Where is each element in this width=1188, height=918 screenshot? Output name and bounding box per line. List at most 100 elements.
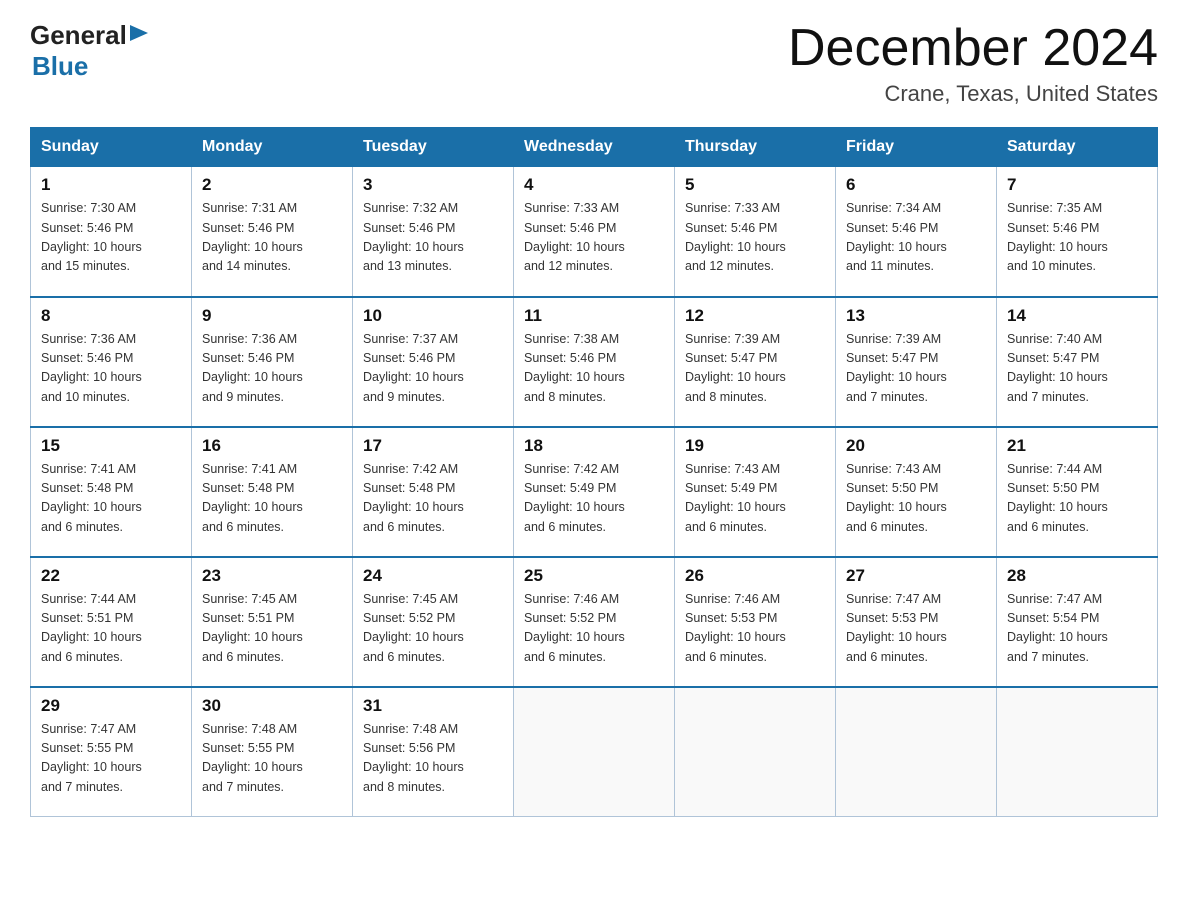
day-number: 14	[1007, 306, 1147, 326]
calendar-cell: 2Sunrise: 7:31 AMSunset: 5:46 PMDaylight…	[192, 167, 353, 297]
calendar-cell: 17 Sunrise: 7:42 AMSunset: 5:48 PMDayligh…	[353, 427, 514, 557]
day-headers-row: SundayMondayTuesdayWednesdayThursdayFrid…	[31, 128, 1158, 167]
day-info: Sunrise: 7:43 AMSunset: 5:50 PMDaylight:…	[846, 460, 986, 538]
column-header-thursday: Thursday	[675, 128, 836, 167]
calendar-cell: 4 Sunrise: 7:33 AMSunset: 5:46 PMDaylight…	[514, 167, 675, 297]
day-number: 20	[846, 436, 986, 456]
day-number: 27	[846, 566, 986, 586]
day-info: Sunrise: 7:47 AMSunset: 5:54 PMDaylight:…	[1007, 590, 1147, 668]
calendar-cell: 28Sunrise: 7:47 AMSunset: 5:54 PMDayligh…	[997, 557, 1158, 687]
day-info: Sunrise: 7:42 AMSunset: 5:48 PMDaylight:…	[363, 460, 503, 538]
calendar-cell: 30 Sunrise: 7:48 AMSunset: 5:55 PMDayligh…	[192, 687, 353, 817]
day-number: 4	[524, 175, 664, 195]
day-number: 30	[202, 696, 342, 716]
day-number: 22	[41, 566, 181, 586]
day-number: 26	[685, 566, 825, 586]
day-info: Sunrise: 7:39 AMSunset: 5:47 PMDaylight:…	[846, 330, 986, 408]
day-number: 2	[202, 175, 342, 195]
day-info: Sunrise: 7:41 AMSunset: 5:48 PMDaylight:…	[202, 460, 342, 538]
day-info: Sunrise: 7:47 AMSunset: 5:55 PMDaylight:…	[41, 720, 181, 798]
week-row-5: 29 Sunrise: 7:47 AMSunset: 5:55 PMDayligh…	[31, 687, 1158, 817]
calendar-cell	[675, 687, 836, 817]
calendar-cell: 21Sunrise: 7:44 AMSunset: 5:50 PMDayligh…	[997, 427, 1158, 557]
calendar-cell: 31 Sunrise: 7:48 AMSunset: 5:56 PMDayligh…	[353, 687, 514, 817]
column-header-monday: Monday	[192, 128, 353, 167]
day-info: Sunrise: 7:32 AMSunset: 5:46 PMDaylight:…	[363, 199, 503, 277]
day-number: 18	[524, 436, 664, 456]
logo: General Blue	[30, 20, 148, 82]
day-info: Sunrise: 7:48 AMSunset: 5:55 PMDaylight:…	[202, 720, 342, 798]
day-info: Sunrise: 7:33 AMSunset: 5:46 PMDaylight:…	[685, 199, 825, 277]
calendar-title: December 2024	[788, 20, 1158, 77]
day-info: Sunrise: 7:36 AMSunset: 5:46 PMDaylight:…	[202, 330, 342, 408]
day-number: 16	[202, 436, 342, 456]
day-info: Sunrise: 7:44 AMSunset: 5:50 PMDaylight:…	[1007, 460, 1147, 538]
calendar-cell: 26 Sunrise: 7:46 AMSunset: 5:53 PMDayligh…	[675, 557, 836, 687]
column-header-friday: Friday	[836, 128, 997, 167]
day-number: 12	[685, 306, 825, 326]
day-number: 13	[846, 306, 986, 326]
title-block: December 2024 Crane, Texas, United State…	[788, 20, 1158, 107]
day-number: 1	[41, 175, 181, 195]
day-info: Sunrise: 7:37 AMSunset: 5:46 PMDaylight:…	[363, 330, 503, 408]
day-number: 7	[1007, 175, 1147, 195]
page: General Blue December 2024 Crane, Texas,…	[0, 0, 1188, 847]
day-info: Sunrise: 7:30 AMSunset: 5:46 PMDaylight:…	[41, 199, 181, 277]
calendar-cell: 11 Sunrise: 7:38 AMSunset: 5:46 PMDayligh…	[514, 297, 675, 427]
calendar-cell: 14 Sunrise: 7:40 AMSunset: 5:47 PMDayligh…	[997, 297, 1158, 427]
header: General Blue December 2024 Crane, Texas,…	[30, 20, 1158, 107]
day-number: 17	[363, 436, 503, 456]
calendar-cell: 16 Sunrise: 7:41 AMSunset: 5:48 PMDayligh…	[192, 427, 353, 557]
day-info: Sunrise: 7:45 AMSunset: 5:51 PMDaylight:…	[202, 590, 342, 668]
day-info: Sunrise: 7:38 AMSunset: 5:46 PMDaylight:…	[524, 330, 664, 408]
column-header-sunday: Sunday	[31, 128, 192, 167]
day-number: 5	[685, 175, 825, 195]
day-info: Sunrise: 7:43 AMSunset: 5:49 PMDaylight:…	[685, 460, 825, 538]
day-number: 23	[202, 566, 342, 586]
calendar-cell: 20 Sunrise: 7:43 AMSunset: 5:50 PMDayligh…	[836, 427, 997, 557]
logo-arrow-icon	[130, 27, 148, 45]
calendar-cell: 22 Sunrise: 7:44 AMSunset: 5:51 PMDayligh…	[31, 557, 192, 687]
logo-general-text: General	[30, 20, 127, 51]
day-number: 9	[202, 306, 342, 326]
day-info: Sunrise: 7:39 AMSunset: 5:47 PMDaylight:…	[685, 330, 825, 408]
day-info: Sunrise: 7:48 AMSunset: 5:56 PMDaylight:…	[363, 720, 503, 798]
day-number: 31	[363, 696, 503, 716]
week-row-4: 22 Sunrise: 7:44 AMSunset: 5:51 PMDayligh…	[31, 557, 1158, 687]
day-number: 11	[524, 306, 664, 326]
day-info: Sunrise: 7:34 AMSunset: 5:46 PMDaylight:…	[846, 199, 986, 277]
calendar-subtitle: Crane, Texas, United States	[788, 81, 1158, 107]
calendar-cell: 24Sunrise: 7:45 AMSunset: 5:52 PMDayligh…	[353, 557, 514, 687]
calendar-cell: 13 Sunrise: 7:39 AMSunset: 5:47 PMDayligh…	[836, 297, 997, 427]
day-number: 3	[363, 175, 503, 195]
calendar-cell	[514, 687, 675, 817]
calendar-cell: 1 Sunrise: 7:30 AMSunset: 5:46 PMDaylight…	[31, 167, 192, 297]
logo-blue-text: Blue	[32, 51, 88, 81]
day-number: 19	[685, 436, 825, 456]
calendar-cell: 7Sunrise: 7:35 AMSunset: 5:46 PMDaylight…	[997, 167, 1158, 297]
day-info: Sunrise: 7:36 AMSunset: 5:46 PMDaylight:…	[41, 330, 181, 408]
calendar-cell: 23 Sunrise: 7:45 AMSunset: 5:51 PMDayligh…	[192, 557, 353, 687]
week-row-1: 1 Sunrise: 7:30 AMSunset: 5:46 PMDaylight…	[31, 167, 1158, 297]
day-number: 29	[41, 696, 181, 716]
day-info: Sunrise: 7:41 AMSunset: 5:48 PMDaylight:…	[41, 460, 181, 538]
day-number: 10	[363, 306, 503, 326]
day-info: Sunrise: 7:40 AMSunset: 5:47 PMDaylight:…	[1007, 330, 1147, 408]
calendar-cell: 25Sunrise: 7:46 AMSunset: 5:52 PMDayligh…	[514, 557, 675, 687]
day-info: Sunrise: 7:44 AMSunset: 5:51 PMDaylight:…	[41, 590, 181, 668]
day-info: Sunrise: 7:33 AMSunset: 5:46 PMDaylight:…	[524, 199, 664, 277]
calendar-cell	[997, 687, 1158, 817]
day-info: Sunrise: 7:46 AMSunset: 5:52 PMDaylight:…	[524, 590, 664, 668]
day-info: Sunrise: 7:47 AMSunset: 5:53 PMDaylight:…	[846, 590, 986, 668]
day-number: 15	[41, 436, 181, 456]
day-info: Sunrise: 7:46 AMSunset: 5:53 PMDaylight:…	[685, 590, 825, 668]
calendar-cell: 8Sunrise: 7:36 AMSunset: 5:46 PMDaylight…	[31, 297, 192, 427]
column-header-tuesday: Tuesday	[353, 128, 514, 167]
calendar-cell: 6Sunrise: 7:34 AMSunset: 5:46 PMDaylight…	[836, 167, 997, 297]
day-info: Sunrise: 7:45 AMSunset: 5:52 PMDaylight:…	[363, 590, 503, 668]
column-header-saturday: Saturday	[997, 128, 1158, 167]
calendar-table: SundayMondayTuesdayWednesdayThursdayFrid…	[30, 127, 1158, 817]
calendar-cell: 10 Sunrise: 7:37 AMSunset: 5:46 PMDayligh…	[353, 297, 514, 427]
calendar-cell: 15 Sunrise: 7:41 AMSunset: 5:48 PMDayligh…	[31, 427, 192, 557]
calendar-cell: 18Sunrise: 7:42 AMSunset: 5:49 PMDayligh…	[514, 427, 675, 557]
